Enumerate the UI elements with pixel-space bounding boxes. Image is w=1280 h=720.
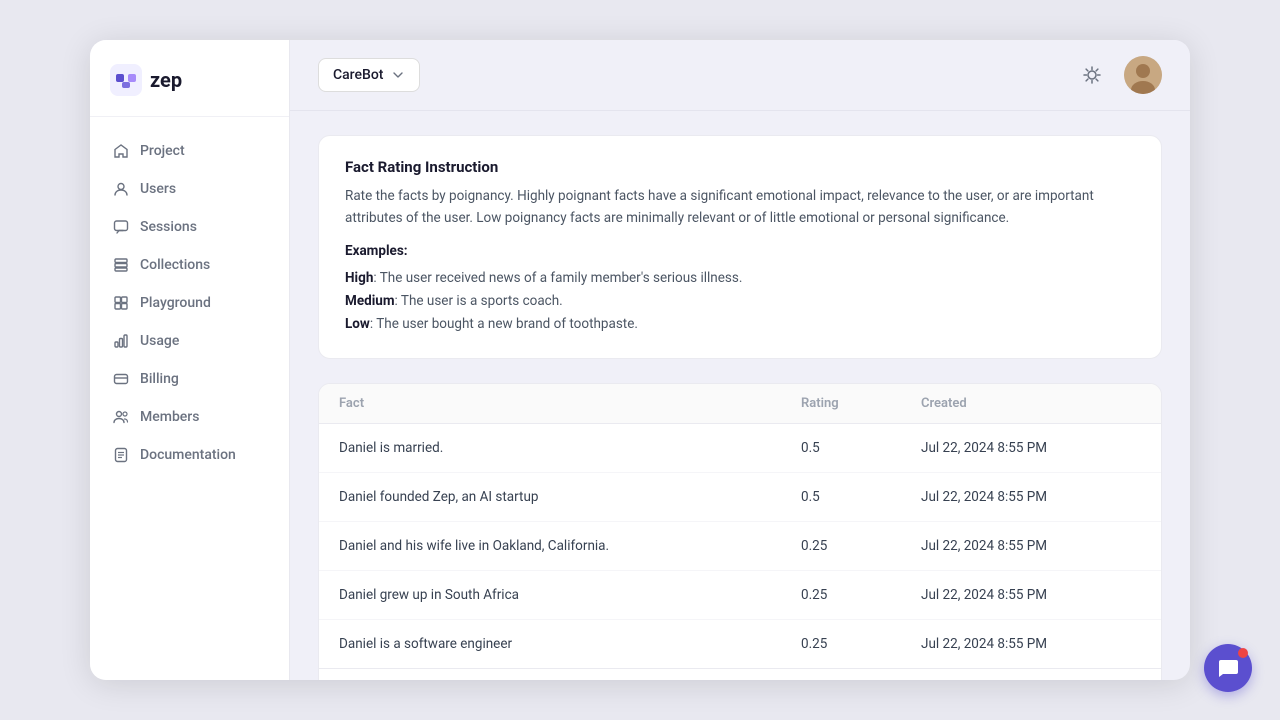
example-low: Low: The user bought a new brand of toot… [345,313,1135,336]
facts-table: Fact Rating Created Daniel is married. 0… [318,383,1162,680]
created-cell: Jul 22, 2024 8:55 PM [921,538,1141,554]
sidebar-item-billing[interactable]: Billing [102,361,277,397]
sidebar-item-members[interactable]: Members [102,399,277,435]
theme-toggle-button[interactable] [1074,57,1110,93]
instruction-title: Fact Rating Instruction [345,158,1135,176]
example-low-text: : The user bought a new brand of toothpa… [370,316,638,332]
logo-area: zep [90,40,289,117]
main-content: CareBot Fact Rating Inst [290,40,1190,680]
home-icon [112,142,130,160]
instruction-box: Fact Rating Instruction Rate the facts b… [318,135,1162,359]
sidebar-item-collections[interactable]: Collections [102,247,277,283]
created-cell: Jul 22, 2024 8:55 PM [921,587,1141,603]
chat-fab-button[interactable] [1204,644,1252,692]
examples-title: Examples: [345,243,1135,259]
project-name: CareBot [333,67,383,83]
sun-icon [1082,65,1102,85]
col-fact: Fact [339,396,801,411]
page-content: Fact Rating Instruction Rate the facts b… [290,111,1190,680]
billing-icon [112,370,130,388]
pagination: Previous 1 2 Next [319,668,1161,680]
sidebar-item-sessions[interactable]: Sessions [102,209,277,245]
project-selector[interactable]: CareBot [318,58,420,92]
example-medium: Medium: The user is a sports coach. [345,290,1135,313]
fact-cell: Daniel is married. [339,440,801,456]
logo: zep [110,64,269,96]
chat-fab-icon [1216,656,1240,680]
topbar: CareBot [290,40,1190,111]
user-avatar[interactable] [1124,56,1162,94]
members-icon [112,408,130,426]
example-medium-label: Medium [345,293,395,309]
rating-cell: 0.25 [801,538,921,554]
table-row: Daniel is a software engineer 0.25 Jul 2… [319,620,1161,668]
playground-icon [112,294,130,312]
user-icon [112,180,130,198]
col-rating: Rating [801,396,921,411]
sidebar-item-documentation[interactable]: Documentation [102,437,277,473]
created-cell: Jul 22, 2024 8:55 PM [921,489,1141,505]
rating-cell: 0.5 [801,440,921,456]
fact-cell: Daniel founded Zep, an AI startup [339,489,801,505]
table-row: Daniel grew up in South Africa 0.25 Jul … [319,571,1161,620]
instruction-body: Rate the facts by poignancy. Highly poig… [345,186,1135,229]
docs-icon [112,446,130,464]
table-row: Daniel founded Zep, an AI startup 0.5 Ju… [319,473,1161,522]
created-cell: Jul 22, 2024 8:55 PM [921,636,1141,652]
rating-cell: 0.5 [801,489,921,505]
col-created: Created [921,396,1141,411]
nav-list: Project Users Sessions Col [90,117,289,680]
rating-cell: 0.25 [801,587,921,603]
sidebar-item-usage[interactable]: Usage [102,323,277,359]
chat-notification-dot [1238,648,1248,658]
sidebar: zep Project Users [90,40,290,680]
fact-cell: Daniel and his wife live in Oakland, Cal… [339,538,801,554]
table-row: Daniel and his wife live in Oakland, Cal… [319,522,1161,571]
zep-logo-icon [110,64,142,96]
sidebar-item-playground[interactable]: Playground [102,285,277,321]
example-high-label: High [345,270,373,286]
fact-cell: Daniel grew up in South Africa [339,587,801,603]
avatar-image [1124,56,1162,94]
example-high-text: : The user received news of a family mem… [373,270,742,286]
collection-icon [112,256,130,274]
table-body: Daniel is married. 0.5 Jul 22, 2024 8:55… [319,424,1161,668]
sidebar-item-project[interactable]: Project [102,133,277,169]
rating-cell: 0.25 [801,636,921,652]
table-header: Fact Rating Created [319,384,1161,424]
fact-cell: Daniel is a software engineer [339,636,801,652]
sidebar-item-users[interactable]: Users [102,171,277,207]
example-medium-text: : The user is a sports coach. [395,293,563,309]
example-low-label: Low [345,316,370,332]
chevron-down-icon [391,68,405,82]
table-row: Daniel is married. 0.5 Jul 22, 2024 8:55… [319,424,1161,473]
chat-icon [112,218,130,236]
topbar-actions [1074,56,1162,94]
chart-icon [112,332,130,350]
created-cell: Jul 22, 2024 8:55 PM [921,440,1141,456]
logo-text: zep [150,68,182,92]
example-high: High: The user received news of a family… [345,267,1135,290]
